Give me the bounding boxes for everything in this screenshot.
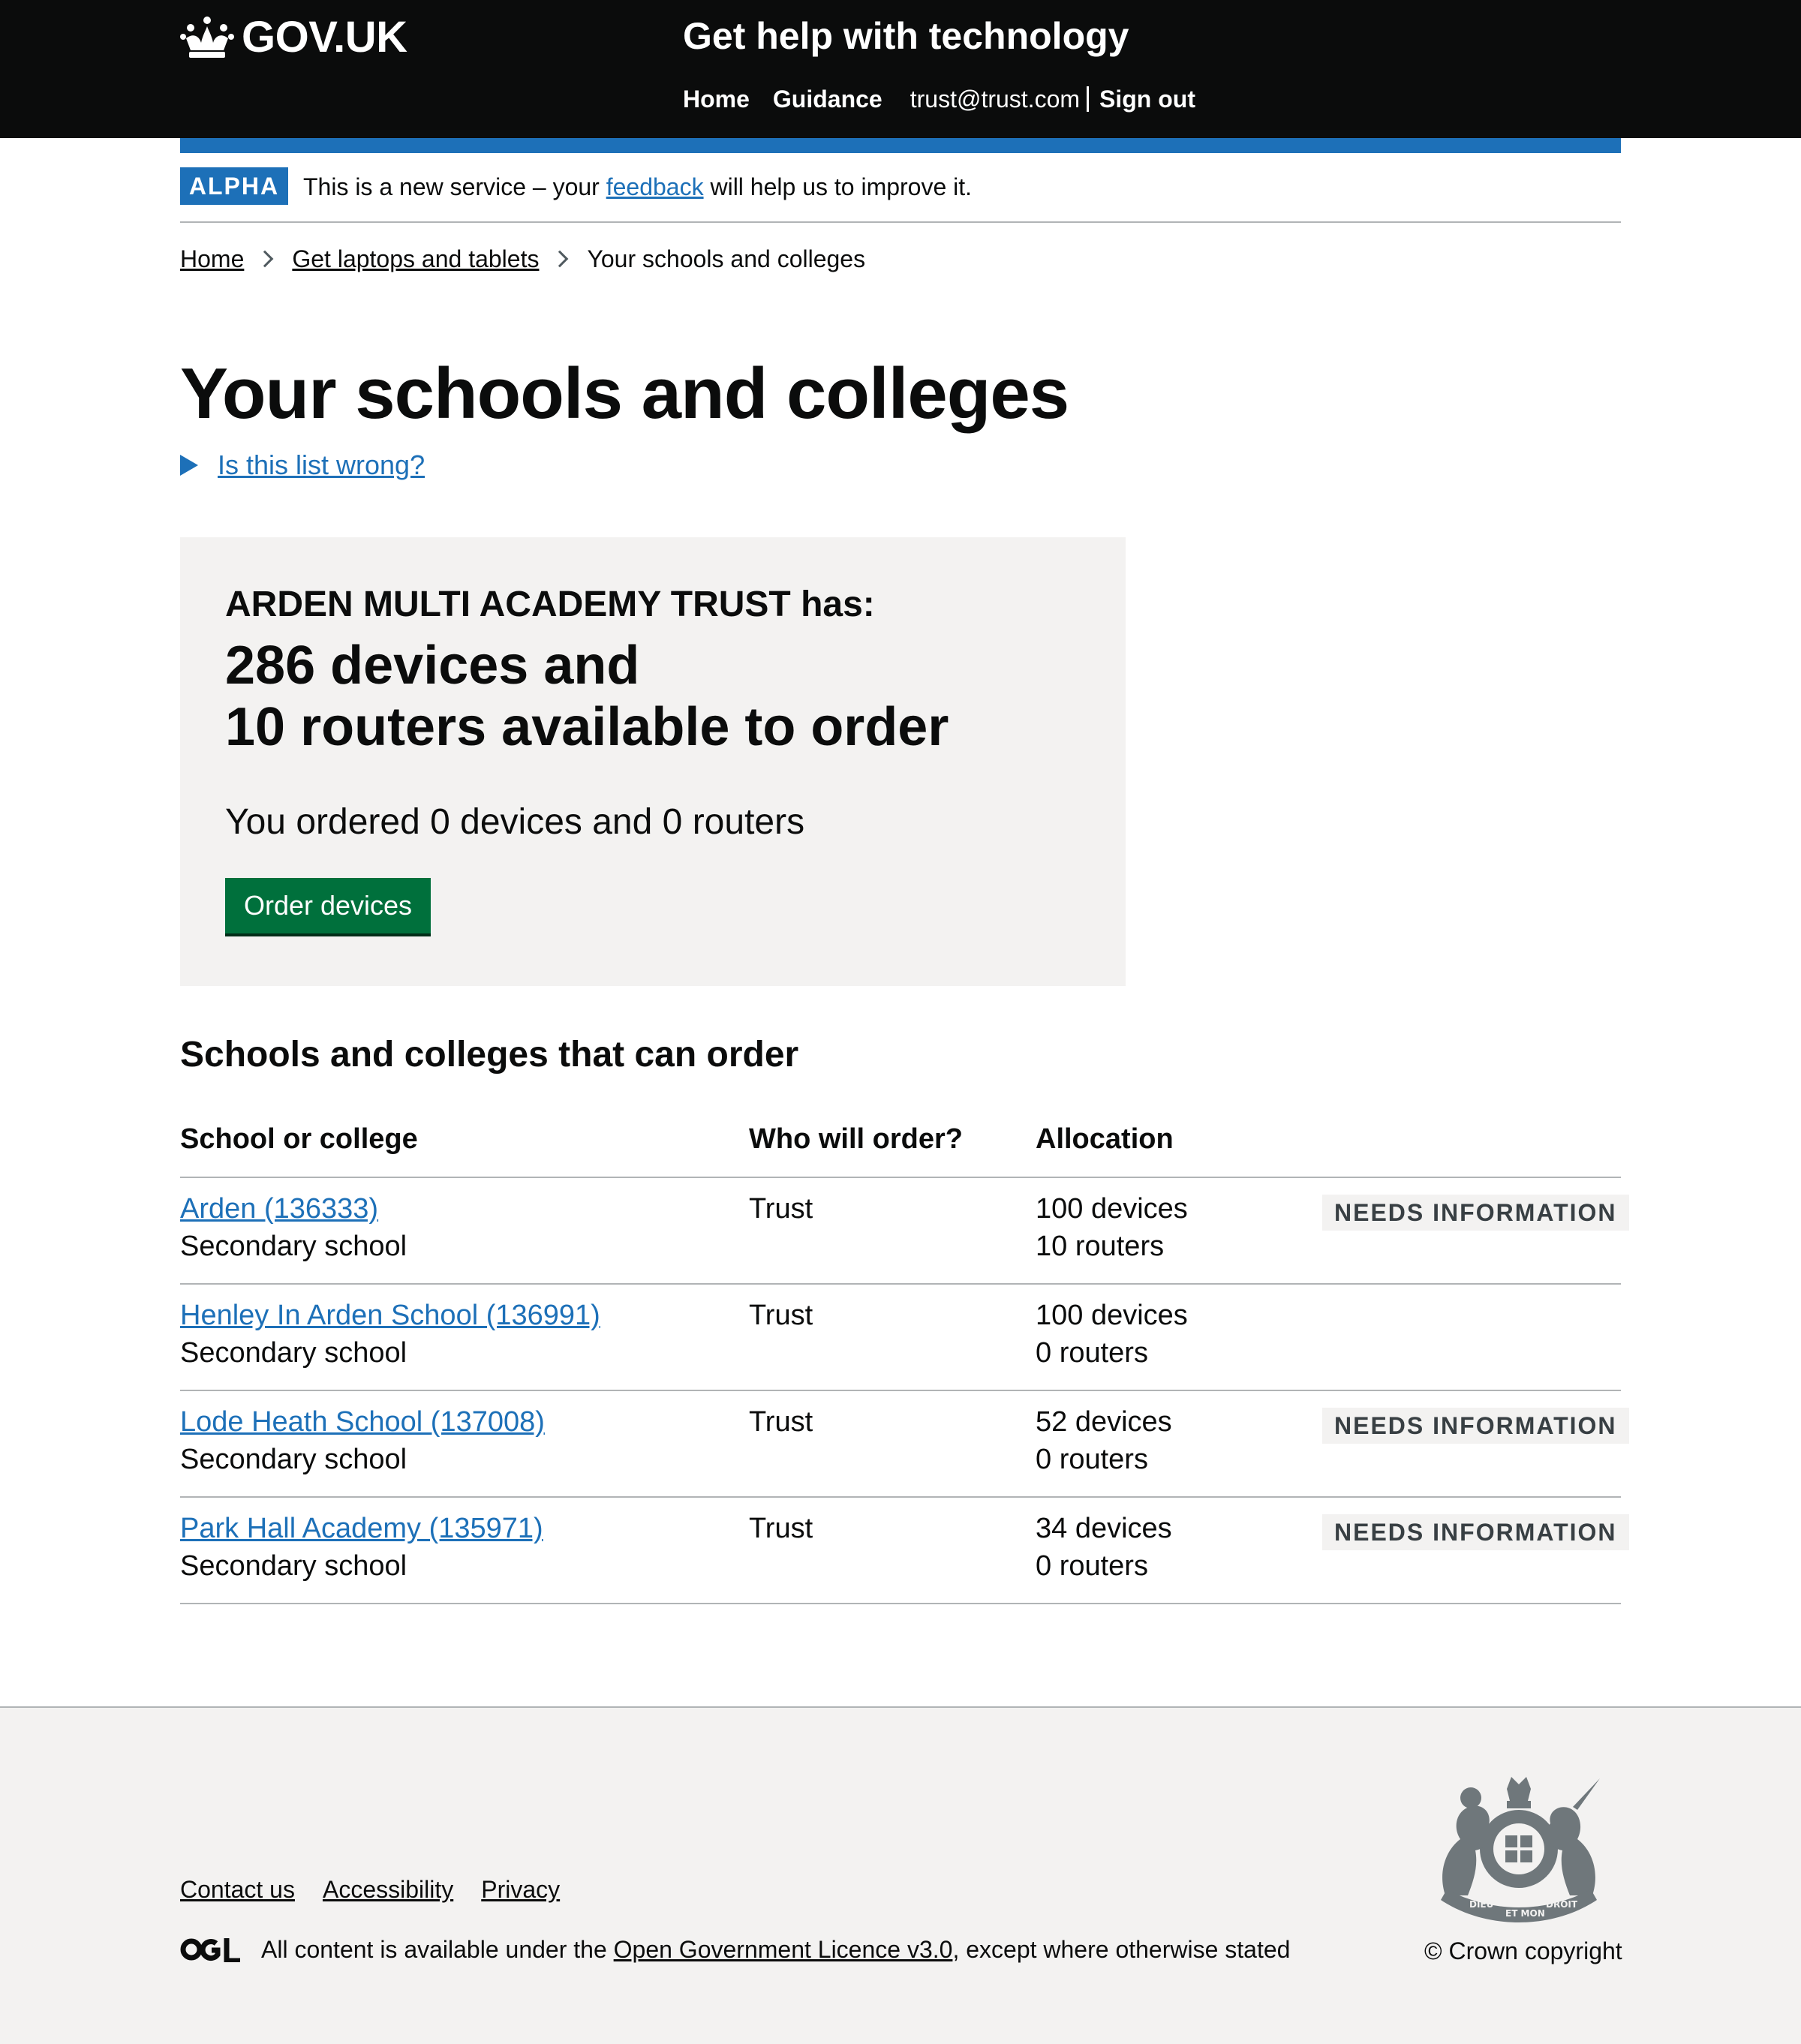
breadcrumb-current-page: Your schools and colleges <box>587 245 866 272</box>
breadcrumb-laptops-link[interactable]: Get laptops and tablets <box>292 243 539 275</box>
breadcrumb-chevron-icon <box>257 250 274 268</box>
allocation-summary-panel: ARDEN MULTI ACADEMY TRUST has: 286 devic… <box>180 537 1126 986</box>
column-header-school: School or college <box>180 1123 418 1155</box>
header-blue-bar <box>180 138 1621 153</box>
status-badge: NEEDS INFORMATION <box>1322 1195 1629 1231</box>
allocation-cell: 100 devices 0 routers <box>1036 1297 1188 1372</box>
footer-contact-link[interactable]: Contact us <box>180 1873 295 1906</box>
school-cell: Arden (136333) Secondary school <box>180 1190 407 1265</box>
school-link[interactable]: Arden (136333) <box>180 1190 407 1228</box>
site-footer: Contact us Accessibility Privacy All con… <box>0 1706 1801 2044</box>
govuk-logo-link[interactable]: GOV.UK <box>180 14 407 62</box>
school-link[interactable]: Lode Heath School (137008) <box>180 1403 545 1441</box>
who-will-order-cell: Trust <box>749 1300 813 1331</box>
trust-name-line: ARDEN MULTI ACADEMY TRUST has: <box>225 585 875 624</box>
footer-privacy-link[interactable]: Privacy <box>481 1873 560 1906</box>
nav-divider <box>1087 86 1090 112</box>
breadcrumb-chevron-icon <box>552 250 569 268</box>
school-link[interactable]: Park Hall Academy (135971) <box>180 1510 543 1547</box>
phase-tag: ALPHA <box>180 167 288 205</box>
header-navigation: Home Guidance trust@trust.com Sign out <box>683 83 1195 116</box>
ogl-logo-icon <box>180 1938 240 1962</box>
signed-in-user-email: trust@trust.com <box>910 86 1081 113</box>
licence-text-after: , except where otherwise stated <box>952 1936 1291 1963</box>
school-cell: Lode Heath School (137008) Secondary sch… <box>180 1403 545 1478</box>
school-type: Secondary school <box>180 1231 407 1262</box>
table-row: Henley In Arden School (136991) Secondar… <box>180 1285 1621 1391</box>
page-title: Your schools and colleges <box>180 353 1069 434</box>
phase-banner-text: This is a new service – your feedback wi… <box>303 170 972 203</box>
schools-section-heading: Schools and colleges that can order <box>180 1035 799 1075</box>
govuk-logo-text: GOV.UK <box>242 13 407 62</box>
table-row: Lode Heath School (137008) Secondary sch… <box>180 1391 1629 1498</box>
device-allocation: 100 devices <box>1036 1193 1188 1225</box>
footer-accessibility-link[interactable]: Accessibility <box>323 1873 453 1906</box>
device-allocation: 34 devices <box>1036 1513 1172 1544</box>
school-type: Secondary school <box>180 1337 407 1369</box>
router-allocation: 0 routers <box>1036 1550 1148 1582</box>
school-type: Secondary school <box>180 1550 407 1582</box>
phase-text-after: will help us to improve it. <box>710 173 973 200</box>
table-row: Park Hall Academy (135971) Secondary sch… <box>180 1498 1629 1604</box>
status-badge: NEEDS INFORMATION <box>1322 1408 1629 1444</box>
licence-text-before: All content is available under the <box>261 1936 607 1963</box>
column-header-who-will-order: Who will order? <box>749 1123 963 1155</box>
allocation-cell: 100 devices 10 routers <box>1036 1190 1188 1265</box>
crest-motto-dieu: DIEU <box>1469 1899 1493 1910</box>
order-devices-button[interactable]: Order devices <box>225 878 431 933</box>
phase-text-before: This is a new service – your <box>303 173 600 200</box>
list-wrong-summary-link[interactable]: Is this list wrong? <box>218 447 425 483</box>
breadcrumb: Home Get laptops and tablets Your school… <box>180 243 865 275</box>
breadcrumb-home-link[interactable]: Home <box>180 243 244 275</box>
table-header-row: School or college Who will order? Alloca… <box>180 1118 1621 1178</box>
disclosure-triangle-icon <box>180 455 198 476</box>
feedback-link[interactable]: feedback <box>606 173 704 200</box>
router-allocation: 10 routers <box>1036 1231 1165 1262</box>
crest-motto-et-mon: ET MON <box>1505 1908 1545 1919</box>
school-cell: Park Hall Academy (135971) Secondary sch… <box>180 1510 543 1585</box>
column-header-allocation: Allocation <box>1036 1123 1174 1155</box>
footer-links: Contact us Accessibility Privacy <box>180 1873 588 1906</box>
available-devices-line: 286 devices and <box>225 636 640 696</box>
sign-out-link[interactable]: Sign out <box>1099 83 1195 116</box>
nav-guidance-link[interactable]: Guidance <box>773 83 882 116</box>
nav-home-link[interactable]: Home <box>683 83 750 116</box>
ordered-summary: You ordered 0 devices and 0 routers <box>225 802 805 842</box>
school-link[interactable]: Henley In Arden School (136991) <box>180 1297 600 1334</box>
crown-icon <box>180 17 234 58</box>
allocation-cell: 34 devices 0 routers <box>1036 1510 1172 1585</box>
router-allocation: 0 routers <box>1036 1337 1148 1369</box>
router-allocation: 0 routers <box>1036 1444 1148 1475</box>
status-badge: NEEDS INFORMATION <box>1322 1514 1629 1550</box>
who-will-order-cell: Trust <box>749 1406 813 1438</box>
table-row: Arden (136333) Secondary school Trust 10… <box>180 1178 1629 1285</box>
device-allocation: 100 devices <box>1036 1300 1188 1331</box>
list-wrong-details[interactable]: Is this list wrong? <box>180 447 425 483</box>
who-will-order-cell: Trust <box>749 1513 813 1544</box>
site-header: GOV.UK Get help with technology Home Gui… <box>0 0 1801 138</box>
school-type: Secondary school <box>180 1444 407 1475</box>
phase-banner: ALPHA This is a new service – your feedb… <box>180 167 1621 223</box>
licence-statement: All content is available under the Open … <box>180 1933 1290 1966</box>
school-cell: Henley In Arden School (136991) Secondar… <box>180 1297 600 1372</box>
available-routers-line: 10 routers available to order <box>225 697 949 757</box>
open-government-licence-link[interactable]: Open Government Licence v3.0 <box>614 1933 953 1966</box>
allocation-cell: 52 devices 0 routers <box>1036 1403 1172 1478</box>
crown-copyright-link[interactable]: © Crown copyright <box>1424 1934 1622 1967</box>
service-name[interactable]: Get help with technology <box>683 12 1129 60</box>
device-allocation: 52 devices <box>1036 1406 1172 1438</box>
royal-coat-of-arms-icon: DIEU ET MON DROIT <box>1441 1777 1600 1922</box>
crest-motto-droit: DROIT <box>1546 1899 1578 1910</box>
who-will-order-cell: Trust <box>749 1193 813 1225</box>
schools-table: School or college Who will order? Alloca… <box>180 1118 1629 1604</box>
